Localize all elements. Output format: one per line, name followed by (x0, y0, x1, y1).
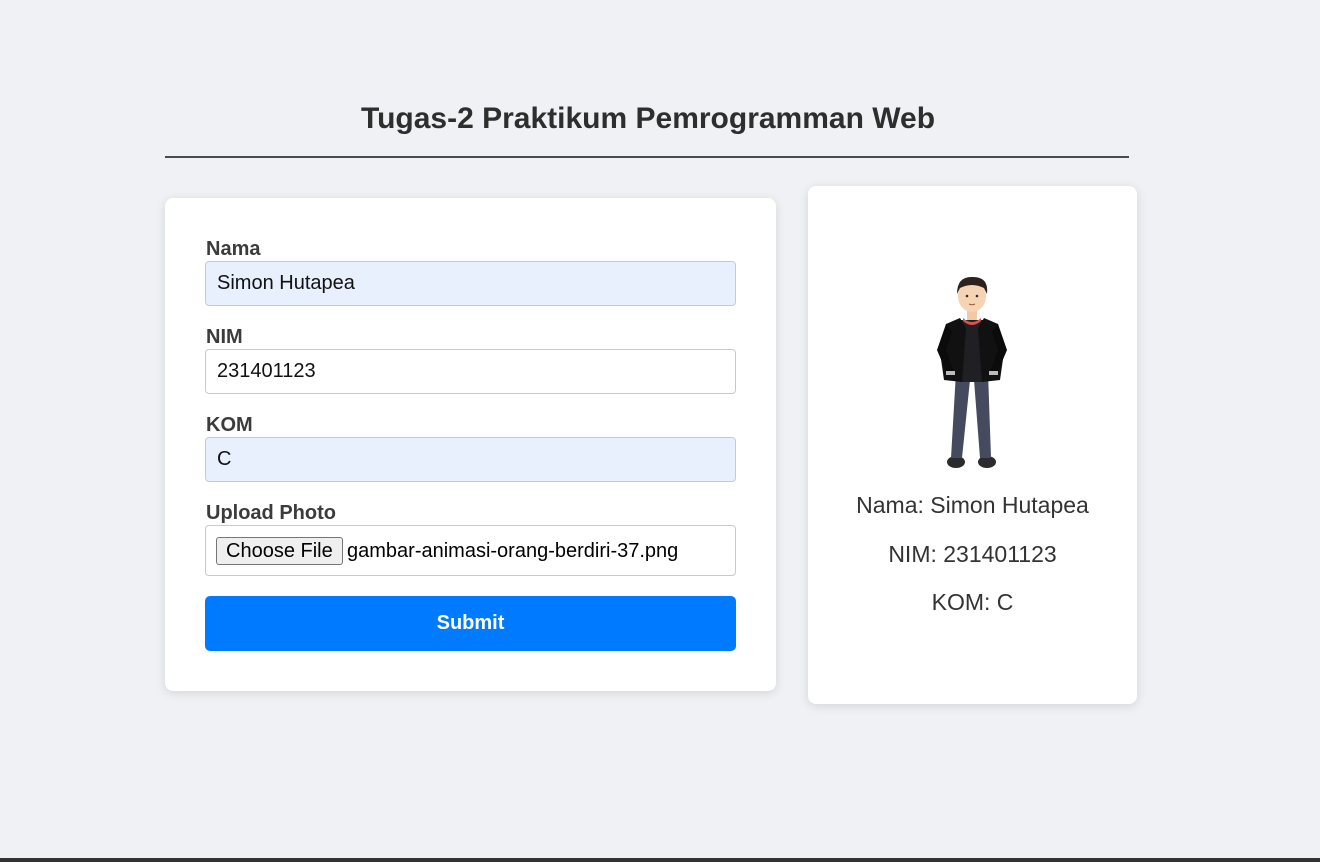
kom-label: KOM (206, 414, 253, 436)
profile-card: Nama: Simon Hutapea NIM: 231401123 KOM: … (808, 186, 1137, 704)
nama-label: Nama (206, 238, 261, 260)
selected-file-name: gambar-animasi-orang-berdiri-37.png (347, 540, 679, 562)
bottom-bar (0, 858, 1320, 862)
form-card: Nama NIM KOM Upload Photo Choose File ga… (165, 198, 776, 691)
title-divider (165, 156, 1129, 158)
profile-nama: Nama: Simon Hutapea (856, 492, 1089, 518)
profile-kom: KOM: C (931, 589, 1014, 615)
choose-file-button[interactable]: Choose File (216, 537, 343, 565)
kom-input[interactable] (205, 437, 736, 482)
upload-photo-label: Upload Photo (206, 502, 336, 524)
submit-button[interactable]: Submit (205, 596, 736, 651)
nama-input[interactable] (205, 261, 736, 306)
standing-person-icon (937, 276, 1007, 468)
nim-label: NIM (206, 326, 243, 348)
file-upload-field: Choose File gambar-animasi-orang-berdiri… (205, 525, 736, 576)
nim-input[interactable] (205, 349, 736, 394)
page-title: Tugas-2 Praktikum Pemrogramman Web (360, 102, 936, 135)
profile-nim: NIM: 231401123 (888, 541, 1057, 567)
